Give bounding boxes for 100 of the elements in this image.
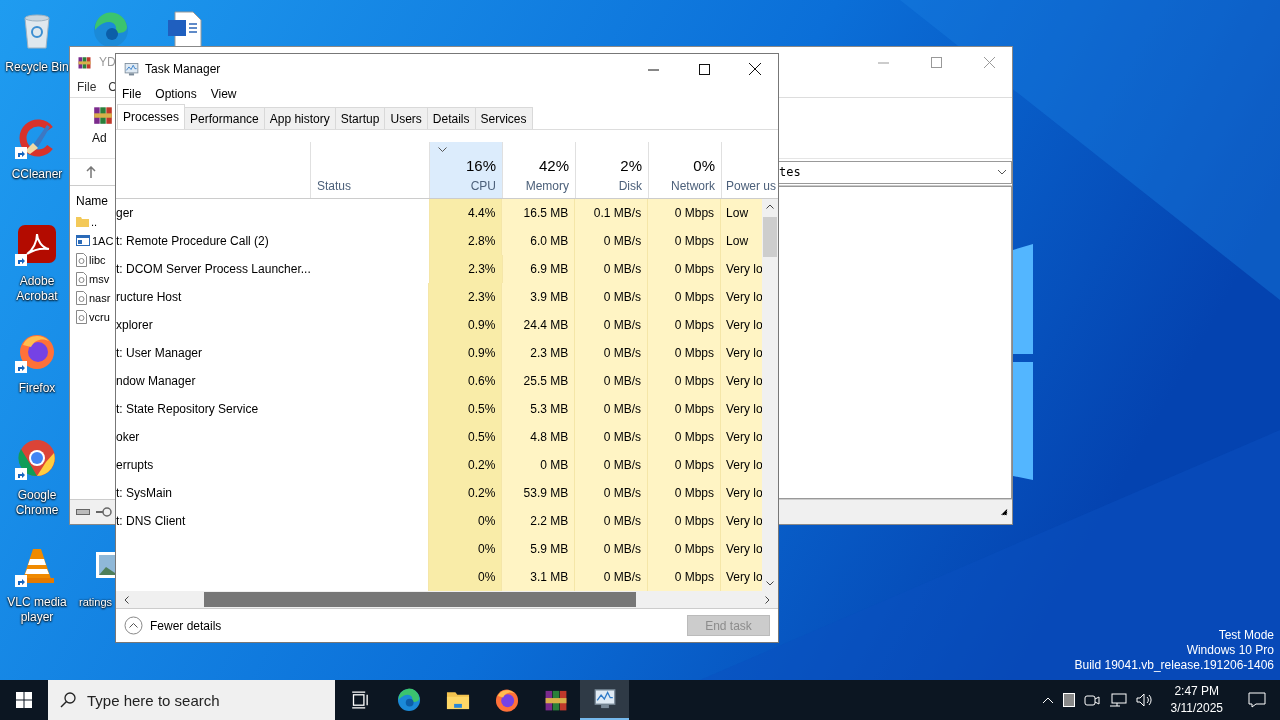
sort-chevron-icon — [438, 147, 447, 152]
gear-file-icon — [76, 309, 87, 324]
column-header[interactable]: 16% CPU — [429, 142, 502, 198]
acrobat-icon — [17, 224, 57, 264]
network-icon[interactable] — [1108, 693, 1127, 707]
file-row[interactable]: .. — [76, 212, 116, 231]
file-row[interactable]: 1AC — [76, 231, 116, 250]
table-cell: Very lo — [720, 255, 762, 283]
table-cell: Very lo — [720, 479, 762, 507]
table-cell: Very lo — [720, 451, 762, 479]
scroll-thumb[interactable] — [204, 592, 636, 607]
scroll-thumb[interactable] — [763, 217, 777, 257]
table-cell: 3.1 MB — [501, 563, 575, 591]
search-field[interactable]: Type here to search — [48, 680, 335, 720]
file-row[interactable]: vcru — [76, 307, 116, 326]
vertical-scrollbar[interactable] — [762, 199, 778, 591]
add-button[interactable]: Ad — [92, 98, 114, 145]
process-name: t: User Manager — [116, 345, 204, 362]
table-cell: 25.5 MB — [501, 367, 575, 395]
fewer-details-button[interactable]: Fewer details — [124, 616, 222, 635]
dropdown-chevron-icon — [997, 169, 1007, 175]
table-cell: 4.8 MB — [501, 423, 575, 451]
menu-item[interactable]: View — [210, 87, 237, 101]
column-header[interactable]: 2% Disk — [575, 142, 648, 198]
table-cell: 0.9% — [428, 339, 502, 367]
tablet-icon[interactable] — [1062, 693, 1075, 707]
resize-grip-icon[interactable] — [1000, 508, 1008, 516]
taskbar-button[interactable] — [580, 680, 629, 720]
books-icon — [77, 54, 92, 70]
table-cell: 0 MB/s — [574, 479, 648, 507]
menu-item[interactable]: Options — [155, 87, 197, 101]
icon-label[interactable]: VLC media player — [4, 595, 70, 625]
notification-icon[interactable] — [1248, 692, 1266, 708]
process-name: ger — [116, 205, 135, 222]
menu-item[interactable]: File — [77, 80, 97, 94]
table-cell: 6.0 MB — [501, 227, 575, 255]
column-header[interactable]: 0% Network — [648, 142, 721, 198]
table-cell: 2.2 MB — [501, 507, 575, 535]
table-cell: 4.4% — [428, 199, 502, 227]
icon-label[interactable]: ratings — [79, 595, 113, 610]
scroll-down-icon[interactable] — [766, 581, 774, 586]
chevron-up-icon[interactable] — [1041, 696, 1054, 704]
tab[interactable]: Performance — [184, 107, 265, 129]
table-cell: 6.9 MB — [501, 255, 575, 283]
table-cell: 24.4 MB — [501, 311, 575, 339]
books-icon — [92, 104, 114, 126]
drive-icon — [76, 508, 90, 516]
close-icon — [749, 63, 761, 75]
horizontal-scrollbar[interactable] — [116, 591, 778, 608]
table-cell: Very lo — [720, 535, 762, 563]
table-cell: 5.3 MB — [501, 395, 575, 423]
table-cell: 0 MB/s — [574, 563, 648, 591]
tab[interactable]: Startup — [334, 107, 386, 129]
up-arrow-icon[interactable] — [86, 166, 96, 178]
column-header[interactable]: Name — [76, 190, 116, 212]
scroll-left-icon[interactable] — [124, 595, 129, 604]
scroll-right-icon[interactable] — [765, 595, 770, 604]
process-name: t: State Repository Service — [116, 401, 260, 418]
tab[interactable]: Processes — [117, 104, 186, 129]
process-name: t: DCOM Server Process Launcher... — [116, 261, 310, 278]
table-cell: 2.3 MB — [501, 339, 575, 367]
table-cell: 0 Mbps — [647, 227, 721, 255]
table-cell: 2.3% — [428, 255, 502, 283]
table-cell: Very lo — [720, 339, 762, 367]
table-cell: 0.2% — [428, 479, 502, 507]
table-cell: Low — [720, 199, 762, 227]
menu-item[interactable]: File — [122, 87, 142, 101]
process-name: xplorer — [116, 317, 154, 334]
column-header[interactable]: 42% Memory — [502, 142, 575, 198]
tab[interactable]: Services — [474, 107, 533, 129]
search-icon — [60, 692, 76, 708]
table-cell: 0% — [428, 535, 502, 563]
tab[interactable]: Users — [384, 107, 428, 129]
table-cell: Very lo — [720, 507, 762, 535]
process-name: ndow Manager — [116, 373, 197, 390]
camera-icon[interactable] — [1083, 693, 1100, 707]
table-cell: 0 Mbps — [647, 507, 720, 535]
clock[interactable]: 2:47 PM 3/11/2025 — [1170, 683, 1223, 717]
table-cell: 0.6% — [428, 367, 502, 395]
scroll-up-icon[interactable] — [766, 204, 774, 209]
table-cell: 0.9% — [428, 311, 502, 339]
table-cell: Very lo — [720, 283, 762, 311]
file-row[interactable]: libc — [76, 250, 116, 269]
table-cell: 0 Mbps — [647, 423, 720, 451]
address-field[interactable]: tes — [777, 160, 1012, 184]
table-cell: 0 MB — [501, 451, 575, 479]
tab[interactable]: App history — [263, 107, 336, 129]
process-name: t: DNS Client — [116, 513, 187, 530]
column-header[interactable]: Power us — [721, 142, 778, 198]
file-row[interactable]: msv — [76, 269, 116, 288]
table-cell: 0 MB/s — [574, 535, 648, 563]
table-cell: 0% — [428, 507, 502, 535]
tab[interactable]: Details — [426, 107, 476, 129]
table-cell: 0 MB/s — [574, 395, 648, 423]
speaker-icon[interactable] — [1135, 693, 1154, 707]
close-icon — [983, 56, 995, 68]
file-row[interactable]: nasr — [76, 288, 116, 307]
table-cell: 0 Mbps — [647, 479, 720, 507]
system-notice: Test Mode — [1218, 628, 1274, 643]
folder-icon — [76, 215, 89, 228]
